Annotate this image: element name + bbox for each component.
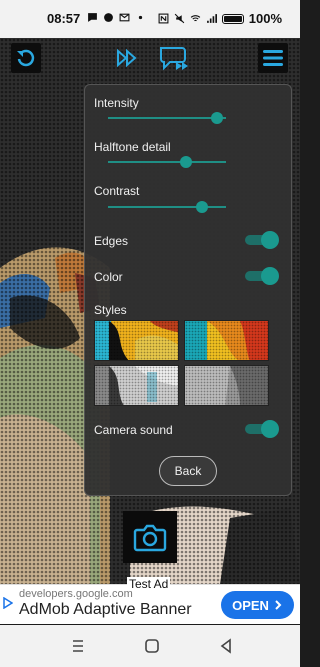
- ad-headline[interactable]: AdMob Adaptive Banner: [19, 601, 192, 619]
- gmail-icon: [119, 13, 130, 22]
- style-preview-image: [185, 321, 268, 360]
- hamburger-menu-icon: [263, 50, 283, 66]
- home-icon[interactable]: [144, 638, 160, 654]
- style-option-gray-1[interactable]: [94, 365, 179, 406]
- speech-button[interactable]: [157, 43, 191, 73]
- speech-bubble-play-icon: [160, 47, 188, 71]
- halftone-detail-label: Halftone detail: [94, 140, 171, 154]
- style-preview-image: [95, 366, 178, 405]
- color-toggle[interactable]: [245, 267, 279, 285]
- halftone-detail-slider[interactable]: [108, 155, 226, 169]
- camera-icon: [133, 524, 167, 552]
- back-button[interactable]: Back: [159, 456, 217, 486]
- wifi-icon: [190, 15, 201, 22]
- color-label: Color: [94, 270, 123, 284]
- contrast-label: Contrast: [94, 184, 140, 198]
- test-ad-label: Test Ad: [127, 577, 171, 591]
- battery-percent: 100%: [248, 11, 282, 26]
- reset-button[interactable]: [11, 43, 41, 73]
- camera-sound-toggle[interactable]: [245, 420, 279, 438]
- fast-forward-button[interactable]: [112, 43, 142, 73]
- status-right: 100%: [158, 11, 282, 26]
- style-preview-image: [95, 321, 178, 360]
- toggle-knob: [261, 231, 279, 249]
- recent-apps-icon[interactable]: [70, 638, 86, 654]
- top-toolbar: [0, 38, 300, 82]
- intensity-label: Intensity: [94, 96, 139, 110]
- edges-label: Edges: [94, 234, 129, 248]
- slider-track: [108, 161, 226, 163]
- settings-panel: Intensity Halftone detail Contrast Edges…: [84, 84, 292, 496]
- edges-toggle[interactable]: [245, 231, 279, 249]
- ad-open-button[interactable]: OPEN: [221, 591, 294, 619]
- contrast-slider[interactable]: [108, 200, 226, 214]
- style-option-color-2[interactable]: [184, 320, 269, 361]
- signal-icon: [206, 14, 217, 23]
- adchoices-icon[interactable]: [3, 597, 13, 609]
- dot-icon: [138, 15, 143, 20]
- fast-forward-icon: [117, 48, 137, 68]
- rotate-ccw-icon: [17, 49, 35, 67]
- ad-open-label: OPEN: [232, 597, 269, 613]
- toggle-knob: [261, 267, 279, 285]
- mute-icon: [174, 13, 185, 24]
- menu-button[interactable]: [258, 43, 288, 73]
- messenger-icon: [104, 13, 113, 22]
- system-nav-bar: [0, 625, 300, 667]
- back-nav-icon[interactable]: [218, 638, 234, 654]
- battery-icon: [221, 13, 244, 24]
- nfc-icon: [158, 13, 169, 24]
- chevron-right-icon: [275, 600, 282, 610]
- toggle-knob: [261, 420, 279, 438]
- slider-thumb[interactable]: [210, 112, 223, 124]
- chat-icon: [88, 13, 97, 22]
- shutter-button[interactable]: [123, 511, 177, 563]
- style-preview-image: [185, 366, 268, 405]
- slider-thumb[interactable]: [179, 156, 192, 168]
- style-option-gray-2[interactable]: [184, 365, 269, 406]
- slider-thumb[interactable]: [196, 201, 209, 213]
- ad-domain: developers.google.com: [19, 588, 133, 600]
- status-time: 08:57: [47, 11, 81, 26]
- style-option-color-1[interactable]: [94, 320, 179, 361]
- slider-track: [108, 206, 226, 208]
- intensity-slider[interactable]: [108, 111, 226, 125]
- slider-track: [108, 117, 226, 119]
- styles-label: Styles: [94, 303, 127, 317]
- camera-sound-label: Camera sound: [94, 423, 173, 437]
- status-bar: 08:57 100%: [0, 0, 300, 38]
- notification-icons: [87, 12, 146, 23]
